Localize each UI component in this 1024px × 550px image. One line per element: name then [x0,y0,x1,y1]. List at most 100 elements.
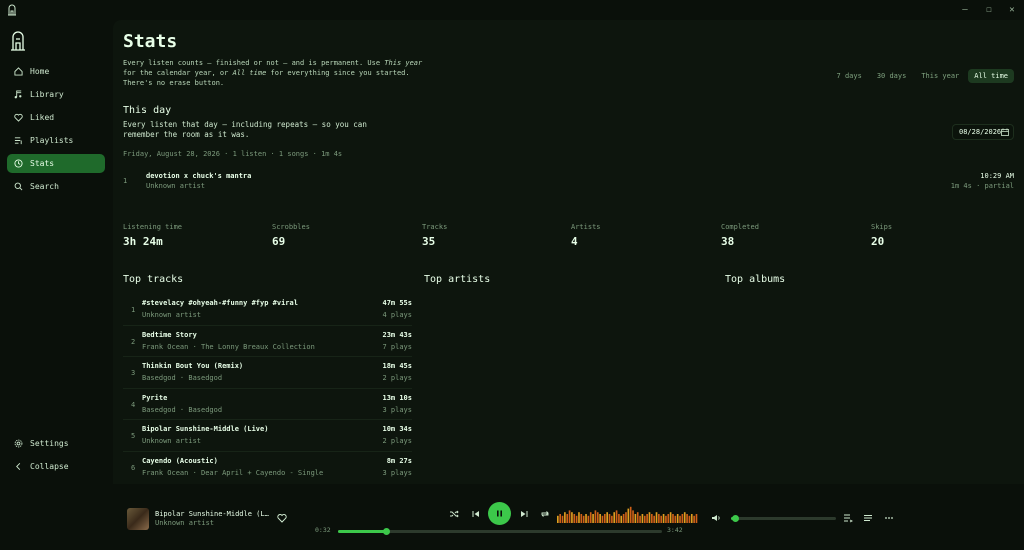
close-button[interactable]: ✕ [1005,3,1019,17]
calendar-icon[interactable] [1001,128,1009,136]
date-value: 08/28/2026 [959,128,1002,136]
settings-button[interactable]: Settings [7,434,105,453]
volume-slider[interactable] [731,515,836,522]
metric-label: Skips [871,223,893,231]
tab-all-time[interactable]: All time [968,69,1014,83]
skip-back-icon [472,511,479,517]
tab-7-days[interactable]: 7 days [831,69,868,83]
library-icon [14,90,23,99]
more-options-button[interactable] [884,513,894,523]
sidebar-item-liked[interactable]: Liked [7,108,105,127]
track-duration: 13m 10s [382,393,412,402]
track-subtitle: Frank Ocean · Dear April + Cayendo - Sin… [142,468,324,477]
metric-label: Listening time [123,223,183,231]
player-bar: Bipolar Sunshine-Middle (L… Unknown arti… [0,484,1024,550]
table-row[interactable]: 3 Thinkin Bout You (Remix) Basedgod · Ba… [123,357,412,389]
maximize-button[interactable]: ☐ [982,3,996,17]
table-row[interactable]: 6 Cayendo (Acoustic) Frank Ocean · Dear … [123,452,412,484]
sidebar-item-home[interactable]: Home [7,62,105,81]
desc-emphasis: All time [232,69,267,77]
track-subtitle: Unknown artist [142,311,202,319]
track-duration: 47m 55s [382,299,412,307]
waveform-bar [615,510,618,523]
album-art[interactable] [127,508,149,530]
minimize-button[interactable]: — [958,3,972,17]
volume-button[interactable] [711,513,721,523]
waveform-bar [566,514,569,523]
waveform-bar [571,512,573,523]
now-playing-artist[interactable]: Unknown artist [155,519,214,527]
track-plays: 3 plays [382,468,412,477]
waveform-bar [648,512,651,523]
queue-icon [844,514,853,523]
tab-30-days[interactable]: 30 days [871,69,913,83]
waveform-bar [599,514,601,523]
sidebar-item-library[interactable]: Library [7,85,105,104]
waveform-bar [594,510,597,523]
seek-handle[interactable] [382,528,390,535]
table-row[interactable]: 4 Pyrite Basedgod · Basedgod 13m 10s 3 p… [123,389,412,420]
top-albums-heading: Top albums [725,274,786,285]
range-tabs: 7 days 30 days This year All time [828,69,1014,83]
waveform-bar [695,514,698,523]
track-subtitle: Unknown artist [142,437,202,445]
waveform-bar [683,512,686,523]
waveform-bar [604,514,606,523]
play-pause-button[interactable] [488,502,511,525]
metric-label: Artists [571,223,601,231]
seek-bar[interactable] [338,528,662,535]
page-title: Stats [123,31,178,52]
metric-skips: Skips 20 [871,223,892,248]
row-index: 4 [131,400,136,409]
waveform-bar [660,515,663,523]
collapse-button[interactable]: Collapse [7,457,105,476]
repeat-button[interactable] [540,509,550,519]
track-plays: 2 plays [382,437,412,445]
track-title: Thinkin Bout You (Remix) [142,362,244,370]
row-index: 6 [131,463,136,472]
track-duration: 18m 45s [382,362,412,370]
sidebar-item-label: Playlists [30,136,74,145]
table-row[interactable]: 2 Bedtime Story Frank Ocean · The Lonny … [123,326,412,357]
waveform-bar [622,514,625,523]
pause-icon [497,510,502,517]
day-summary: Friday, August 28, 2026 · 1 listen · 1 s… [123,150,343,158]
queue-button[interactable] [843,513,853,523]
tab-this-year[interactable]: This year [915,69,965,83]
previous-button[interactable] [471,509,481,519]
track-plays: 7 plays [382,342,412,351]
app-logo-icon[interactable] [10,30,26,52]
waveform-bar [559,514,561,523]
waveform-bar [589,512,592,523]
metric-scrobbles: Scrobbles 69 [272,223,310,248]
waveform-bar [665,515,667,523]
metric-value: 3h 24m [123,235,163,248]
next-button[interactable] [519,509,529,519]
waveform-bar [636,512,639,523]
more-icon [885,517,893,519]
gear-icon [14,439,23,448]
table-row[interactable]: 1 #stevelacy #ohyeah-#funny #fyp #viral … [123,294,412,326]
track-duration: 10m 34s [382,425,412,433]
waveform-bar [601,515,604,523]
sidebar-item-search[interactable]: Search [7,177,105,196]
track-artist: Unknown artist [146,182,206,190]
date-picker-input[interactable]: 08/28/2026 [952,124,1014,140]
waveform-bar [557,515,559,523]
top-tracks-heading: Top tracks [123,274,184,285]
volume-handle[interactable] [732,515,740,522]
lyrics-button[interactable] [863,513,873,523]
waveform-bar [561,515,564,523]
waveform-bar [646,514,648,523]
shuffle-button[interactable] [449,509,459,519]
waveform-bar [613,512,616,523]
waveform-bar [627,508,630,523]
like-heart-icon[interactable] [277,513,287,523]
listen-row[interactable]: 1 devotion x chuck's mantra Unknown arti… [123,169,1014,193]
sidebar-item-stats[interactable]: Stats [7,154,105,173]
row-index: 1 [131,306,136,314]
waveform-bar [653,515,655,523]
table-row[interactable]: 5 Bipolar Sunshine-Middle (Live) Unknown… [123,420,412,452]
now-playing-title[interactable]: Bipolar Sunshine-Middle (L… [155,510,269,518]
sidebar-item-playlists[interactable]: Playlists [7,131,105,150]
